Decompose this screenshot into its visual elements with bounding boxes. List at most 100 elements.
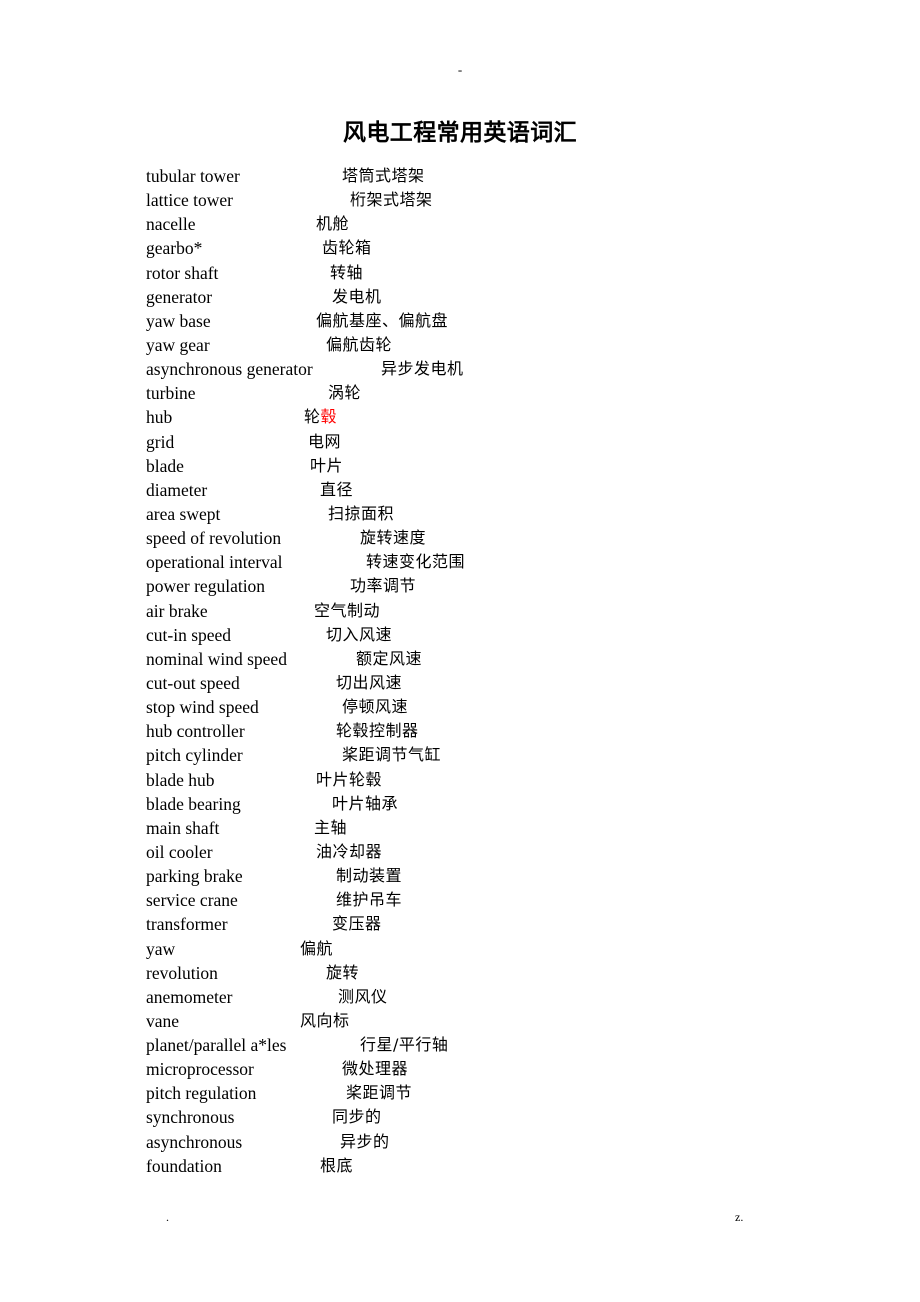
term-chinese: 风向标 — [300, 1010, 350, 1030]
term-english: hub — [146, 407, 173, 428]
term-chinese: 油冷却器 — [316, 841, 383, 861]
term-english: yaw — [146, 938, 176, 959]
term-english: power regulation — [146, 576, 266, 597]
glossary-row: cut-in speed 切入风速 — [146, 623, 846, 647]
glossary-row: gearbo* 齿轮箱 — [146, 236, 846, 260]
glossary-row: hub controller 轮毂控制器 — [146, 719, 846, 743]
term-chinese: 叶片轴承 — [332, 793, 399, 813]
term-chinese: 偏航 — [300, 938, 334, 958]
term-english: yaw base — [146, 310, 211, 331]
glossary-row: pitch regulation 桨距调节 — [146, 1081, 846, 1105]
term-chinese: 异步发电机 — [381, 359, 464, 379]
term-english: vane — [146, 1010, 180, 1031]
term-chinese: 异步的 — [340, 1131, 390, 1151]
term-english: revolution — [146, 962, 218, 983]
term-english: pitch regulation — [146, 1083, 257, 1104]
term-chinese: 制动装置 — [336, 866, 403, 886]
term-english: microprocessor — [146, 1059, 254, 1080]
glossary-row: oil cooler 油冷却器 — [146, 840, 846, 864]
glossary-row: yaw base 偏航基座、偏航盘 — [146, 309, 846, 333]
footer-left-mark: . — [166, 1210, 169, 1224]
term-chinese: 发电机 — [332, 286, 382, 306]
term-english: service crane — [146, 890, 238, 911]
glossary-row: lattice tower 桁架式塔架 — [146, 188, 846, 212]
glossary-row: planet/parallel a*les 行星/平行轴 — [146, 1033, 846, 1057]
document-page: - 风电工程常用英语词汇 tubular tower 塔筒式塔架 lattice t… — [0, 0, 920, 1302]
term-chinese: 旋转 — [326, 962, 360, 982]
glossary-row: blade hub 叶片轮毂 — [146, 768, 846, 792]
glossary-row: hub 轮毂 — [146, 405, 846, 429]
term-english: oil cooler — [146, 841, 213, 862]
term-english: transformer — [146, 914, 228, 935]
glossary-row: power regulation 功率调节 — [146, 574, 846, 598]
term-english: pitch cylinder — [146, 745, 243, 766]
term-chinese: 变压器 — [332, 914, 382, 934]
term-english: yaw gear — [146, 334, 210, 355]
term-chinese: 根底 — [320, 1155, 354, 1175]
term-chinese: 同步的 — [332, 1107, 382, 1127]
glossary-row: asynchronous 异步的 — [146, 1130, 846, 1154]
term-english: hub controller — [146, 721, 245, 742]
term-english: lattice tower — [146, 190, 233, 211]
term-chinese: 切出风速 — [336, 672, 403, 692]
term-english: diameter — [146, 479, 208, 500]
page-title: 风电工程常用英语词汇 — [343, 120, 577, 146]
term-chinese: 桨距调节气缸 — [342, 745, 442, 765]
term-chinese: 维护吊车 — [336, 890, 403, 910]
term-english: generator — [146, 286, 213, 307]
term-english: tubular tower — [146, 166, 240, 186]
term-english: foundation — [146, 1155, 222, 1176]
term-chinese: 测风仪 — [338, 986, 388, 1006]
glossary-row: blade bearing 叶片轴承 — [146, 792, 846, 816]
term-english: air brake — [146, 600, 208, 621]
term-english: nominal wind speed — [146, 648, 287, 669]
term-english: area swept — [146, 503, 221, 524]
glossary-row: yaw 偏航 — [146, 937, 846, 961]
term-chinese: 转轴 — [330, 262, 364, 282]
term-english: asynchronous generator — [146, 359, 313, 380]
term-chinese: 直径 — [320, 479, 354, 499]
term-english: blade — [146, 455, 184, 476]
term-english: cut-out speed — [146, 672, 240, 693]
glossary-list: tubular tower 塔筒式塔架 lattice tower 桁架式塔架 nace… — [146, 164, 846, 1178]
glossary-row: vane 风向标 — [146, 1009, 846, 1033]
term-chinese: 空气制动 — [314, 600, 381, 620]
term-english: nacelle — [146, 214, 196, 235]
term-chinese: 旋转速度 — [360, 528, 427, 548]
glossary-row: blade 叶片 — [146, 454, 846, 478]
term-chinese: 行星/平行轴 — [360, 1035, 449, 1055]
term-english: asynchronous — [146, 1131, 243, 1152]
term-chinese: 齿轮箱 — [322, 238, 372, 258]
term-chinese-highlight: 毂 — [320, 407, 338, 427]
glossary-row: synchronous 同步的 — [146, 1105, 846, 1129]
term-chinese: 轮毂控制器 — [336, 721, 419, 741]
glossary-row: microprocessor 微处理器 — [146, 1057, 846, 1081]
term-chinese: 塔筒式塔架 — [342, 166, 425, 185]
term-english: turbine — [146, 383, 196, 404]
term-chinese: 功率调节 — [350, 576, 417, 596]
term-chinese: 额定风速 — [356, 648, 423, 668]
term-english: planet/parallel a*les — [146, 1035, 287, 1056]
footer-right-mark: z. — [735, 1210, 744, 1224]
term-english: grid — [146, 431, 175, 452]
glossary-row: yaw gear 偏航齿轮 — [146, 333, 846, 357]
glossary-row: generator 发电机 — [146, 285, 846, 309]
glossary-row: nacelle 机舱 — [146, 212, 846, 236]
glossary-row: operational interval 转速变化范围 — [146, 550, 846, 574]
page-header-mark: - — [457, 62, 463, 77]
term-chinese: 转速变化范围 — [366, 552, 466, 572]
glossary-row: turbine 涡轮 — [146, 381, 846, 405]
term-english: gearbo* — [146, 238, 203, 259]
glossary-row: revolution 旋转 — [146, 961, 846, 985]
term-english: parking brake — [146, 866, 243, 887]
glossary-row: nominal wind speed 额定风速 — [146, 647, 846, 671]
glossary-row: grid 电网 — [146, 430, 846, 454]
term-english: synchronous — [146, 1107, 235, 1128]
term-english: speed of revolution — [146, 528, 282, 549]
term-english: blade hub — [146, 769, 215, 790]
term-chinese: 轮毂 — [304, 407, 338, 427]
term-chinese: 偏航齿轮 — [326, 334, 393, 354]
glossary-row: pitch cylinder 桨距调节气缸 — [146, 743, 846, 767]
glossary-row: anemometer 测风仪 — [146, 985, 846, 1009]
glossary-row: tubular tower 塔筒式塔架 — [146, 164, 846, 188]
